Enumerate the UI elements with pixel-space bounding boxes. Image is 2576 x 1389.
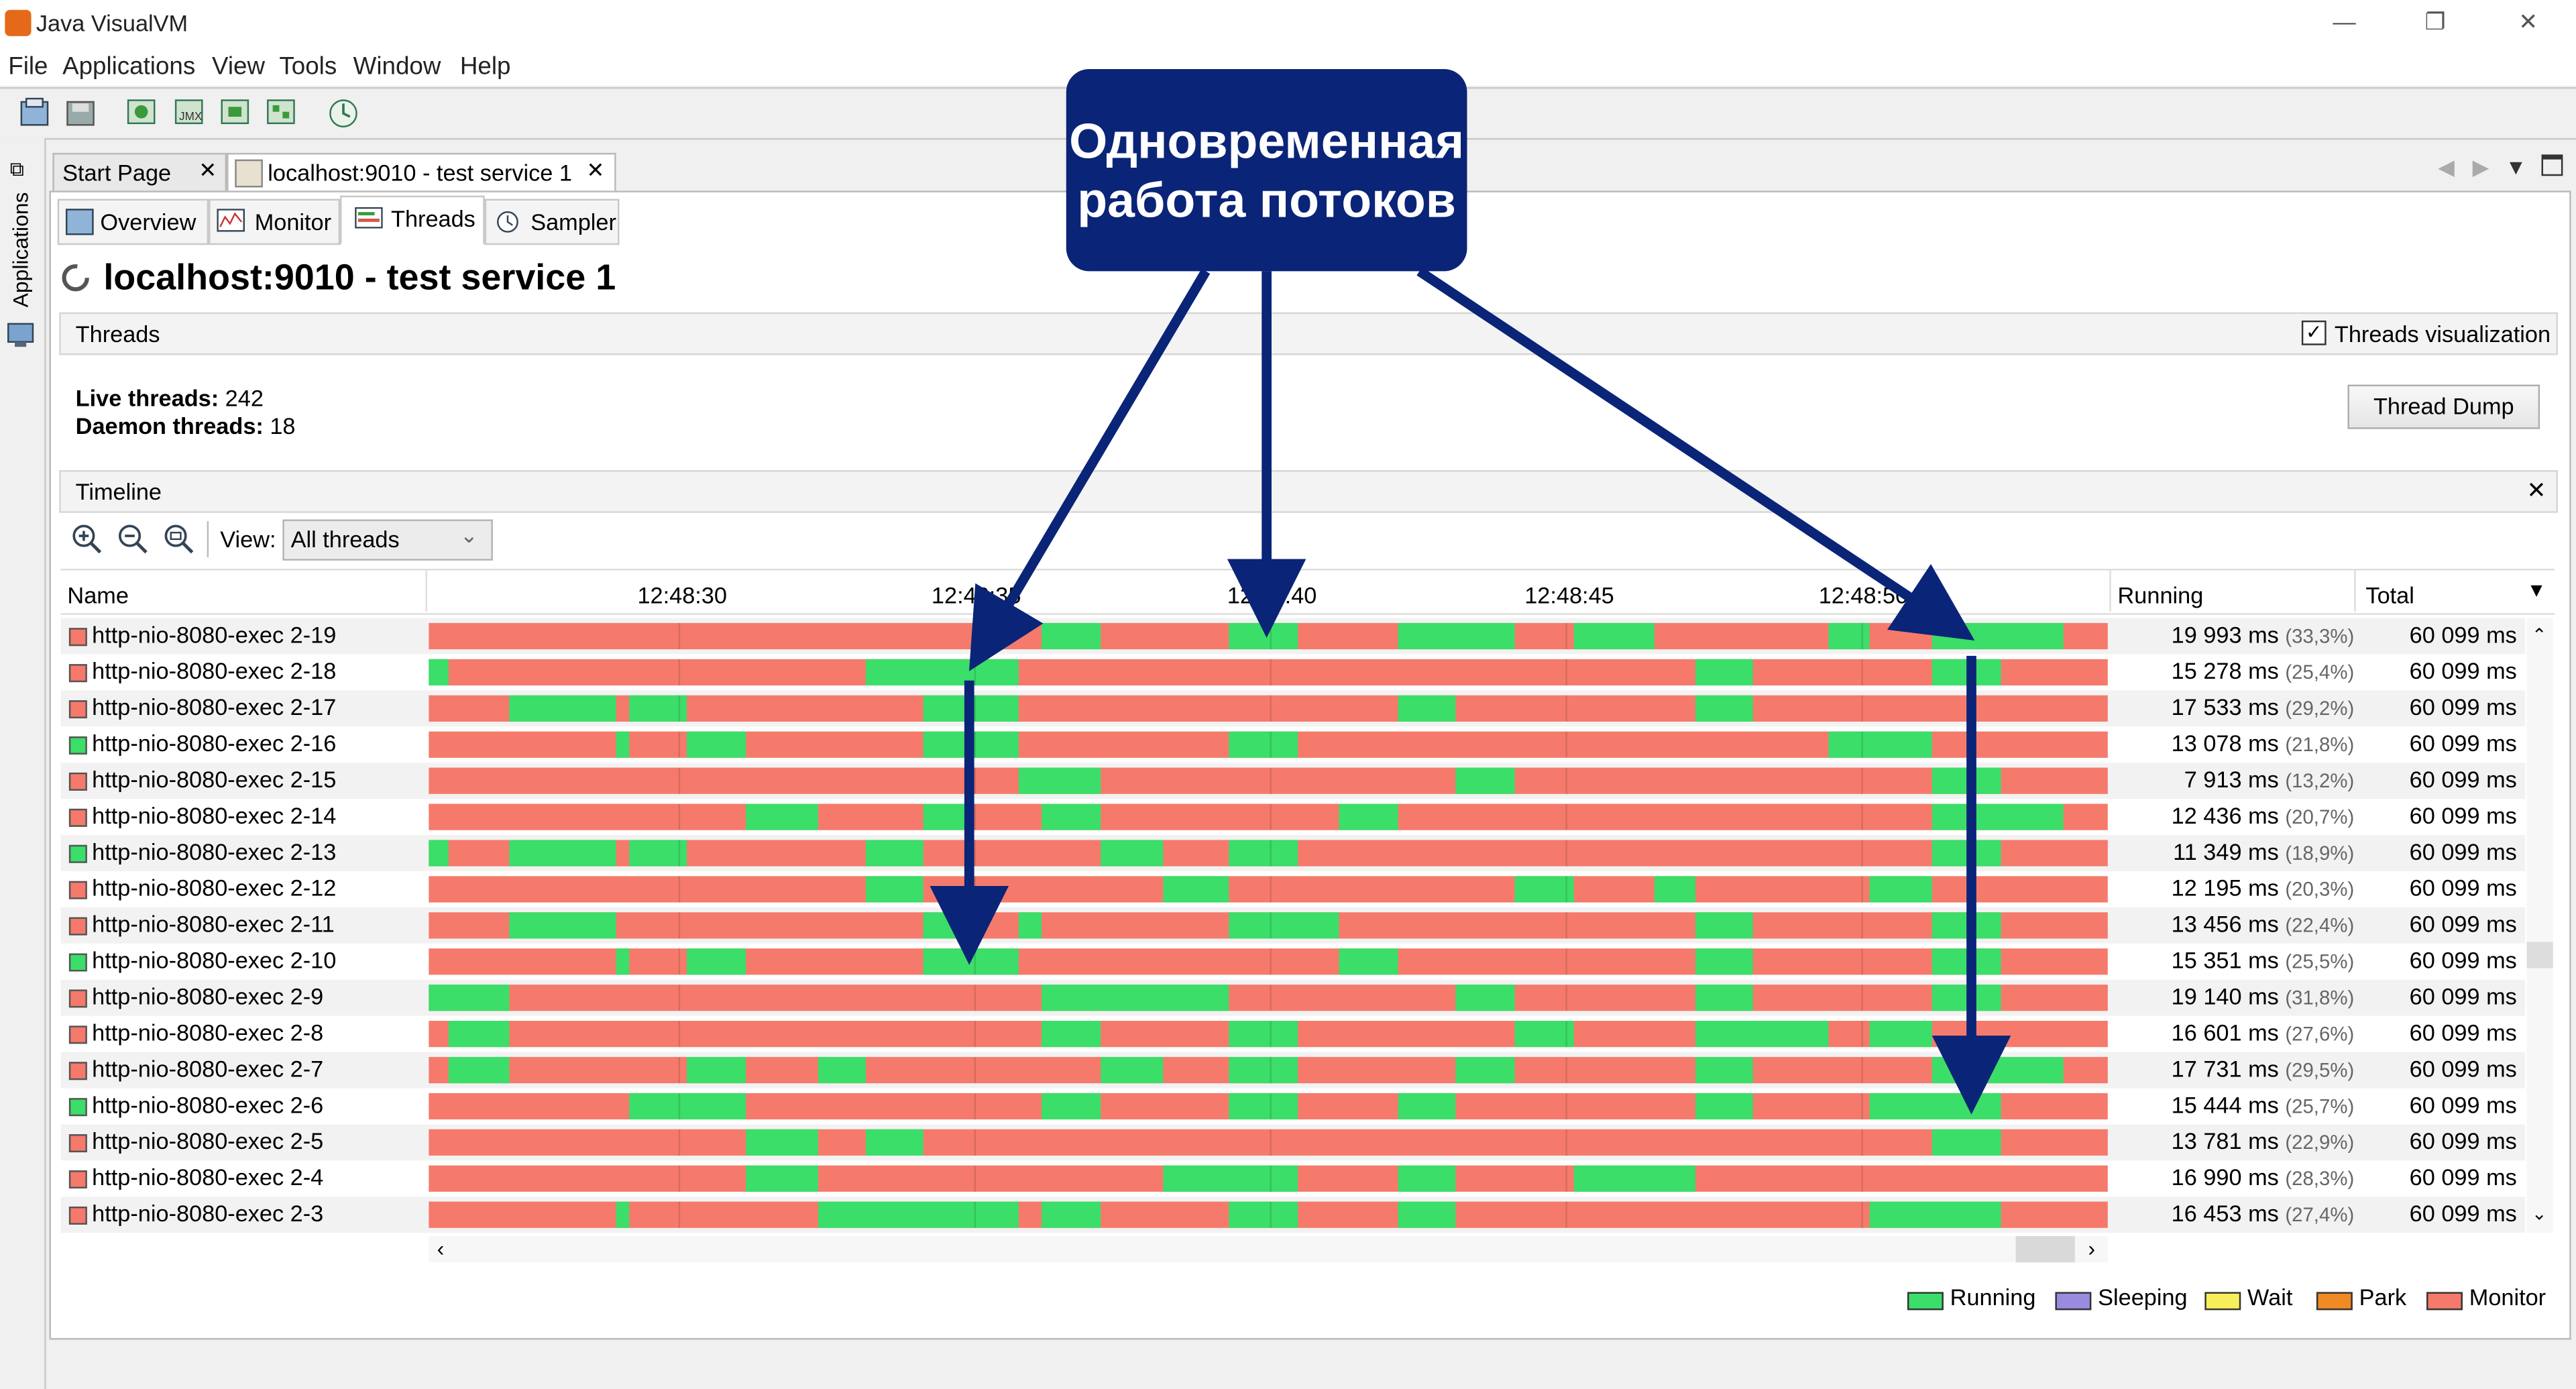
annotation-arrow (1416, 267, 1975, 641)
annotation-line-2: работа потоков (1077, 174, 1456, 229)
annotation-callout: Одновременная работа потоков (1066, 68, 1467, 272)
annotation-arrow (968, 268, 1211, 671)
annotation-line-1: Одновременная (1069, 115, 1465, 170)
